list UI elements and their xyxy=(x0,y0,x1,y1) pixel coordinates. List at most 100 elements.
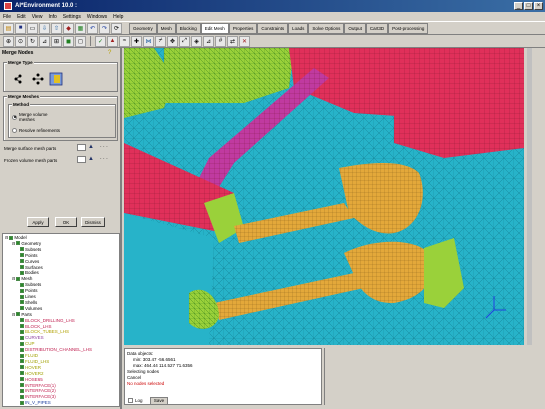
tree-checkbox[interactable] xyxy=(16,312,21,317)
tree-item[interactable]: DISTRIBUTION_CHANNEL_LHS xyxy=(19,347,92,352)
graphics-viewport[interactable] xyxy=(124,48,524,345)
tab-properties[interactable]: Properties xyxy=(228,22,258,34)
mesh-icon[interactable]: ▦ xyxy=(75,22,86,34)
tree-checkbox[interactable] xyxy=(20,353,24,358)
log-checkbox[interactable] xyxy=(128,398,133,403)
save-icon[interactable]: ■ xyxy=(15,22,26,34)
viewport-scrollbar[interactable] xyxy=(527,48,532,345)
tree-item[interactable]: CUP xyxy=(19,341,35,346)
tree-item[interactable]: FLUID_LHS xyxy=(19,359,49,364)
tree-item[interactable]: BLOCK_DRILLING_LHS xyxy=(19,318,75,323)
menu-edit[interactable]: Edit xyxy=(17,14,26,20)
tree-item[interactable]: Bodies xyxy=(19,270,39,275)
menu-file[interactable]: File xyxy=(3,14,11,20)
tree-checkbox[interactable] xyxy=(20,400,24,405)
delete-icon[interactable]: ✕ xyxy=(239,35,250,47)
tree-checkbox[interactable] xyxy=(20,365,24,370)
tree-checkbox[interactable] xyxy=(20,300,24,305)
more-icon[interactable]: · · · xyxy=(100,156,108,162)
tree-checkbox[interactable] xyxy=(16,241,21,246)
shade-icon[interactable]: ◼ xyxy=(63,35,74,47)
tree-checkbox[interactable] xyxy=(20,247,24,252)
tree-item[interactable]: HOVER xyxy=(19,365,41,370)
tree-item[interactable]: Points xyxy=(19,253,38,258)
merge-volume-radio[interactable]: Merge volume meshes xyxy=(12,112,59,122)
fit-icon[interactable]: ⊞ xyxy=(51,35,62,47)
tree-item[interactable]: Points xyxy=(19,288,38,293)
tree-item[interactable]: HOSE65 xyxy=(19,377,43,382)
tree-checkbox[interactable] xyxy=(9,235,14,240)
tree-checkbox[interactable] xyxy=(20,294,24,299)
tree-item[interactable]: ⊟ Model xyxy=(5,235,27,240)
tree-item[interactable]: IN_V_PIPES xyxy=(19,400,51,405)
tree-checkbox[interactable] xyxy=(16,276,21,281)
tree-item[interactable]: FLUID xyxy=(19,353,38,358)
tab-blocking[interactable]: Blocking xyxy=(175,22,201,34)
tree-checkbox[interactable] xyxy=(20,383,24,387)
tab-solve-options[interactable]: Solve Options xyxy=(308,22,345,34)
menu-help[interactable]: Help xyxy=(113,14,123,20)
expand-icon[interactable]: ⊟ xyxy=(12,312,15,317)
menu-windows[interactable]: Windows xyxy=(87,14,107,20)
export-icon[interactable]: ⇧ xyxy=(51,22,62,34)
tree-checkbox[interactable] xyxy=(20,288,24,293)
tab-geometry[interactable]: Geometry xyxy=(129,22,157,34)
tree-item[interactable]: Surfaces xyxy=(19,265,43,270)
select-parts-icon[interactable]: ▲ xyxy=(88,156,96,163)
merge-tolerance-icon[interactable] xyxy=(32,73,44,85)
import-icon[interactable]: ⇩ xyxy=(39,22,50,34)
print-icon[interactable]: ▭ xyxy=(27,22,38,34)
split-icon[interactable]: ⌿ xyxy=(155,35,166,47)
tree-item[interactable]: INTERFACE(2) xyxy=(19,388,56,393)
smooth-icon[interactable]: ≈ xyxy=(119,35,130,47)
merge-nodes-type-icon[interactable] xyxy=(14,74,22,84)
minimize-button[interactable]: _ xyxy=(514,2,523,10)
geometry-icon[interactable]: ◆ xyxy=(63,22,74,34)
redo-icon[interactable]: ↷ xyxy=(99,22,110,34)
ok-button[interactable]: OK xyxy=(55,217,77,227)
tab-edit-mesh[interactable]: Edit Mesh xyxy=(200,22,229,34)
tree-item[interactable]: Curves xyxy=(19,259,39,264)
menu-view[interactable]: View xyxy=(32,14,43,20)
log-toggle[interactable]: Log xyxy=(128,398,143,403)
tree-item[interactable]: HOVER2 xyxy=(19,371,44,376)
close-button[interactable]: × xyxy=(534,2,543,10)
tree-checkbox[interactable] xyxy=(20,377,24,382)
tree-checkbox[interactable] xyxy=(20,335,24,340)
tab-post-processing[interactable]: Post-processing xyxy=(388,22,429,34)
rotate-icon[interactable]: ↻ xyxy=(27,35,38,47)
tree-item[interactable]: Shells xyxy=(19,300,37,305)
maximize-button[interactable]: □ xyxy=(524,2,533,10)
tree-item[interactable]: ⊟ Parts xyxy=(12,312,32,317)
tree-checkbox[interactable] xyxy=(20,388,24,393)
undo-icon[interactable]: ↶ xyxy=(87,22,98,34)
tree-checkbox[interactable] xyxy=(20,359,24,364)
open-icon[interactable]: ▤ xyxy=(3,22,14,34)
more-icon[interactable]: · · · xyxy=(100,144,108,150)
tree-checkbox[interactable] xyxy=(20,318,24,323)
repair-icon[interactable]: ✚ xyxy=(131,35,142,47)
tree-checkbox[interactable] xyxy=(20,324,24,328)
tree-item[interactable]: ⊟ Mesh xyxy=(12,276,32,281)
tree-item[interactable]: BLOCK_LHS xyxy=(19,324,52,329)
reorient-icon[interactable]: ⇄ xyxy=(227,35,238,47)
quality-icon[interactable]: ▲ xyxy=(107,35,118,47)
tree-checkbox[interactable] xyxy=(20,270,24,275)
tree-checkbox[interactable] xyxy=(20,329,24,334)
frozen-volume-input[interactable] xyxy=(77,156,86,163)
expand-icon[interactable]: ⊟ xyxy=(12,241,15,246)
tree-checkbox[interactable] xyxy=(20,341,24,346)
tree-checkbox[interactable] xyxy=(20,306,24,311)
check-mesh-icon[interactable]: ✓ xyxy=(95,35,106,47)
apply-button[interactable]: Apply xyxy=(27,217,49,227)
view-icon[interactable]: ⊕ xyxy=(3,35,14,47)
expand-icon[interactable]: ⊟ xyxy=(12,276,15,281)
tab-loads[interactable]: Loads xyxy=(288,22,309,34)
dismiss-button[interactable]: Dismiss xyxy=(81,217,105,227)
tree-item[interactable]: Subsets xyxy=(19,282,41,287)
tree-checkbox[interactable] xyxy=(20,347,24,352)
renumber-icon[interactable]: # xyxy=(215,35,226,47)
tree-item[interactable]: CURVES xyxy=(19,335,44,340)
expand-icon[interactable]: ⊟ xyxy=(5,235,8,240)
merge-surface-input[interactable] xyxy=(77,144,86,151)
